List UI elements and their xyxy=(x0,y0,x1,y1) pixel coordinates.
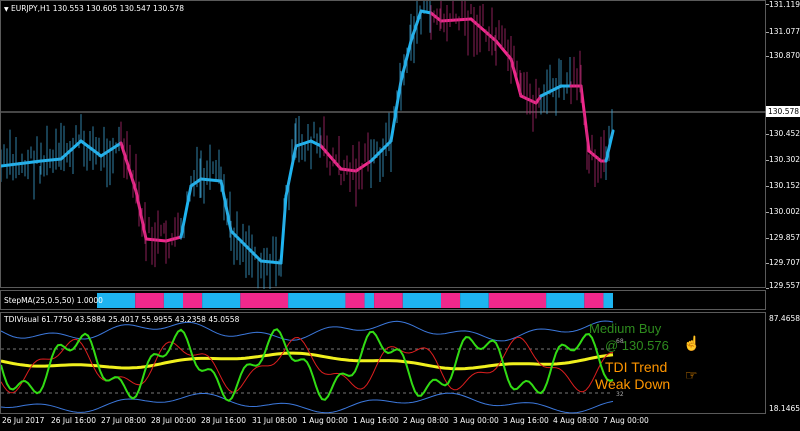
stepma-canvas xyxy=(97,293,613,308)
symbol-header: ▼ EURJPY,H1 130.553 130.605 130.547 130.… xyxy=(4,4,184,13)
step-ma-segment xyxy=(519,94,538,105)
collapse-arrow-icon[interactable]: ▼ xyxy=(4,6,9,13)
stepma-strip-segment xyxy=(603,293,613,308)
step-ma-segment xyxy=(119,141,138,193)
price-level-label: 130.002 xyxy=(769,207,800,216)
time-label: 28 Jul 00:00 xyxy=(151,416,196,425)
stepma-strip-segment xyxy=(441,293,461,308)
signal-title: Medium Buy xyxy=(589,321,661,336)
step-ma-segment xyxy=(579,84,591,153)
trend-state-text: Weak Down xyxy=(595,376,671,392)
price-level-label: 129.707 xyxy=(769,258,800,267)
step-ma-segment xyxy=(294,139,313,148)
price-level-label: 130.302 xyxy=(769,155,800,164)
time-label: 1 Aug 16:00 xyxy=(353,416,399,425)
lower-band-line xyxy=(1,392,614,414)
time-label: 31 Jul 08:00 xyxy=(252,416,297,425)
level-32-label: 32 xyxy=(616,391,624,398)
time-label: 3 Aug 16:00 xyxy=(503,416,549,425)
stepma-strip-segment xyxy=(546,293,585,308)
price-level-label: 131.119 xyxy=(769,0,800,9)
trend-hand-icon: ☞ xyxy=(685,367,698,383)
stepma-strip-segment xyxy=(402,293,441,308)
signal-title-text: Medium Buy xyxy=(589,321,662,336)
time-label: 26 Jul 2017 xyxy=(2,416,45,425)
price-level-label: 130.152 xyxy=(769,181,800,190)
time-label: 1 Aug 00:00 xyxy=(302,416,348,425)
trend-title: TDI Trend xyxy=(605,359,667,375)
time-label: 7 Aug 00:00 xyxy=(603,416,649,425)
stepma-strip-segment xyxy=(374,293,403,308)
trend-title-text: TDI Trend xyxy=(605,359,668,375)
stepma-strip-segment xyxy=(460,293,489,308)
stepma-strip-segment xyxy=(163,293,183,308)
time-label: 26 Jul 16:00 xyxy=(51,416,96,425)
stepma-pane[interactable]: StepMA(25,0.5,50) 1.0000 xyxy=(0,290,766,310)
stepma-strip-segment xyxy=(288,293,346,308)
stepma-strip-segment xyxy=(135,293,164,308)
price-chart-pane[interactable]: ▼ EURJPY,H1 130.553 130.605 130.547 130.… xyxy=(0,0,767,289)
step-ma-segment xyxy=(354,159,373,173)
stepma-label: StepMA(25,0.5,50) 1.0000 xyxy=(4,296,103,305)
stepma-strip-segment xyxy=(584,293,604,308)
step-ma-segment xyxy=(339,167,358,173)
time-label: 2 Aug 08:00 xyxy=(403,416,449,425)
price-level-label: 130.870 xyxy=(769,51,800,60)
price-level-label: 129.857 xyxy=(769,233,800,242)
step-ma-segment xyxy=(494,39,513,61)
stepma-strip-segment xyxy=(240,293,289,308)
time-label: 4 Aug 08:00 xyxy=(553,416,599,425)
tdi-pane[interactable]: TDIVisual 61.7750 43.5884 25.4017 55.995… xyxy=(0,312,766,414)
time-label: 28 Jul 16:00 xyxy=(201,416,246,425)
price-level-label: 129.557 xyxy=(769,281,800,290)
signal-price-text: @ 130.576 xyxy=(605,338,669,353)
step-ma-segment xyxy=(144,237,168,243)
current-price-tag: 130.578 xyxy=(766,106,800,117)
stepma-strip-segment xyxy=(183,293,203,308)
trend-state: Weak Down xyxy=(595,376,670,392)
time-label: 27 Jul 08:00 xyxy=(101,416,146,425)
stepma-strip-segment xyxy=(345,293,365,308)
tdi-scale-bottom: 18.1465 xyxy=(769,404,800,413)
symbol-quote: EURJPY,H1 130.553 130.605 130.547 130.57… xyxy=(11,4,184,13)
step-ma-segment xyxy=(399,39,413,83)
price-level-label: 131.077 xyxy=(769,27,800,36)
stepma-strip-segment xyxy=(488,293,547,308)
signal-price: @ 130.576 xyxy=(605,338,669,353)
stepma-strip-segment xyxy=(202,293,241,308)
level-68-label: 68 xyxy=(616,338,624,345)
price-level-label: 130.452 xyxy=(769,129,800,138)
step-ma-segment xyxy=(389,79,403,143)
price-chart-canvas[interactable] xyxy=(1,1,767,289)
buy-hand-icon: ☝ xyxy=(683,335,701,351)
step-ma-segment xyxy=(164,235,183,243)
stepma-strip-segment xyxy=(364,293,375,308)
time-label: 3 Aug 00:00 xyxy=(453,416,499,425)
tdi-label: TDIVisual 61.7750 43.5884 25.4017 55.995… xyxy=(4,315,240,324)
tdi-scale-top: 87.4658 xyxy=(769,314,800,323)
time-axis[interactable]: 26 Jul 2017 26 Jul 16:00 27 Jul 08:00 28… xyxy=(0,414,800,431)
